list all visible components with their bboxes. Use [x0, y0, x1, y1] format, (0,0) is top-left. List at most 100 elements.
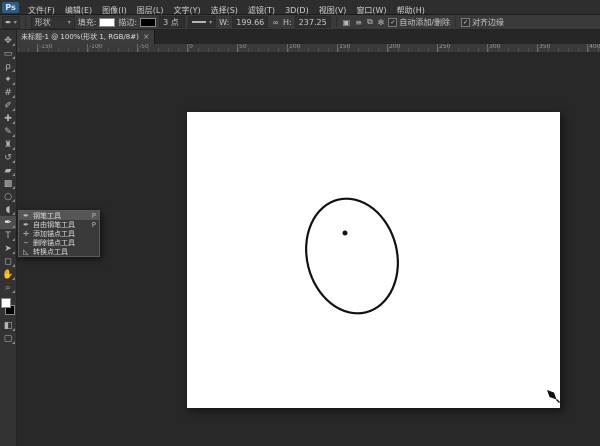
canvas-drawing: [187, 112, 560, 408]
checkbox-box[interactable]: ✓: [388, 18, 397, 27]
quick-selection-tool[interactable]: ✦: [0, 73, 16, 86]
divider: [336, 17, 337, 27]
quick-mask-button[interactable]: ◧: [0, 319, 16, 332]
color-swatches[interactable]: [1, 298, 15, 315]
lasso-tool[interactable]: ρ: [0, 60, 16, 73]
chevron-down-icon: ▾: [68, 19, 71, 26]
canvas[interactable]: [187, 112, 560, 408]
ruler-label: -50: [139, 44, 149, 50]
spot-healing-brush-tool[interactable]: ✚: [0, 112, 16, 125]
ruler-label: 350: [539, 44, 550, 50]
shape-width-field[interactable]: 199.66: [232, 16, 268, 28]
pen-tools-flyout-menu: ✒钢笔工具P✒自由钢笔工具P✛添加锚点工具−删除锚点工具◺转换点工具: [18, 210, 100, 257]
eyedropper-tool[interactable]: ✐: [0, 99, 16, 112]
screen-mode-button[interactable]: ▢: [0, 332, 16, 345]
ruler-label: 0: [189, 44, 193, 50]
stroke-label: 描边:: [118, 17, 137, 28]
eraser-tool[interactable]: ▰: [0, 164, 16, 177]
fill-swatch[interactable]: [99, 18, 115, 27]
ellipse-shape-group: [294, 189, 409, 323]
menubar-item[interactable]: 帮助(H): [392, 6, 430, 15]
anchor-point-dot: [343, 231, 348, 236]
options-bar: ✒ ▾ 形状 ▾ 填充: 描边: 3 点 ▾ W: 199.66 ∞ H: 23…: [0, 15, 600, 30]
menubar-item[interactable]: 滤镜(T): [243, 6, 280, 15]
shape-tool[interactable]: ◻: [0, 255, 16, 268]
menubar-item[interactable]: 视图(V): [314, 6, 352, 15]
dodge-tool[interactable]: ◖: [0, 203, 16, 216]
flyout-item-shortcut: P: [92, 212, 96, 220]
pen-variant-icon: ◺: [22, 248, 30, 256]
menubar-item[interactable]: 选择(S): [206, 6, 243, 15]
ruler-label: 100: [289, 44, 300, 50]
stroke-width-value: 3 点: [163, 17, 179, 28]
ruler-label: 400: [589, 44, 600, 50]
divider: [455, 17, 456, 27]
align-edges-label: 对齐边缘: [472, 17, 504, 28]
zoom-tool[interactable]: ⌕: [0, 281, 16, 294]
tool-bar: ✥▭ρ✦#✐✚✎♜↺▰▩○◖✒T➤◻✋⌕ ◧▢: [0, 30, 17, 446]
chevron-down-icon: ▾: [14, 19, 17, 26]
foreground-color-swatch[interactable]: [1, 298, 11, 308]
rectangular-marquee-tool[interactable]: ▭: [0, 47, 16, 60]
menubar-item[interactable]: 文字(Y): [168, 6, 205, 15]
tool-preset-dropdown[interactable]: ✒ ▾: [2, 16, 20, 29]
pen-variant-icon: ✒: [22, 212, 30, 220]
menubar-item[interactable]: 图层(L): [132, 6, 169, 15]
ruler-label: 150: [339, 44, 350, 50]
stroke-width-field[interactable]: 3 点: [159, 16, 185, 28]
link-dimensions-icon[interactable]: ∞: [271, 18, 280, 27]
shape-width-value: 199.66: [236, 18, 264, 27]
flyout-menu-item[interactable]: ◺转换点工具: [19, 247, 99, 256]
document-workarea: [17, 52, 600, 446]
path-selection-tool[interactable]: ➤: [0, 242, 16, 255]
stroke-swatch[interactable]: [140, 18, 156, 27]
blur-tool[interactable]: ○: [0, 190, 16, 203]
checkbox-box[interactable]: ✓: [461, 18, 470, 27]
close-icon[interactable]: ×: [143, 33, 150, 41]
ruler-label: -150: [39, 44, 53, 50]
menu-bar: Ps 文件(F)编辑(E)图像(I)图层(L)文字(Y)选择(S)滤镜(T)3D…: [0, 0, 600, 15]
menubar-item[interactable]: 编辑(E): [60, 6, 97, 15]
brush-tool[interactable]: ✎: [0, 125, 16, 138]
history-brush-tool[interactable]: ↺: [0, 151, 16, 164]
flyout-item-label: 转换点工具: [33, 247, 93, 257]
hand-tool[interactable]: ✋: [0, 268, 16, 281]
clone-stamp-tool[interactable]: ♜: [0, 138, 16, 151]
pen-tool[interactable]: ✒: [0, 216, 16, 229]
divider: [25, 17, 26, 27]
document-tab[interactable]: 未标题-1 @ 100%(形状 1, RGB/8#) ×: [17, 30, 155, 44]
gradient-tool[interactable]: ▩: [0, 177, 16, 190]
auto-add-delete-checkbox[interactable]: ✓ 自动添加/删除: [388, 17, 450, 28]
menubar-item[interactable]: 文件(F): [23, 6, 60, 15]
tool-mode-value: 形状: [35, 17, 51, 28]
align-edges-checkbox[interactable]: ✓ 对齐边缘: [461, 17, 504, 28]
path-operations-icon[interactable]: ▣: [342, 18, 352, 27]
move-tool[interactable]: ✥: [0, 34, 16, 47]
type-tool[interactable]: T: [0, 229, 16, 242]
path-arrange-icon[interactable]: ⧉: [366, 17, 374, 27]
app-logo[interactable]: Ps: [2, 2, 19, 13]
ruler-label: 300: [489, 44, 500, 50]
ruler-label: 50: [239, 44, 247, 50]
pen-variant-icon: −: [22, 239, 30, 247]
shape-height-field[interactable]: 237.25: [295, 16, 331, 28]
height-label: H:: [283, 18, 292, 27]
stroke-line-preview: [192, 21, 206, 23]
tool-mode-select[interactable]: 形状 ▾: [31, 16, 75, 29]
menubar-item[interactable]: 窗口(W): [351, 6, 391, 15]
crop-tool[interactable]: #: [0, 86, 16, 99]
menubar-item[interactable]: 图像(I): [97, 6, 132, 15]
auto-add-delete-label: 自动添加/删除: [399, 17, 450, 28]
ruler-label: 200: [389, 44, 400, 50]
ellipse-shape: [294, 189, 409, 323]
path-alignment-icon[interactable]: ≡: [354, 18, 363, 27]
ruler-label: -100: [89, 44, 103, 50]
menubar-item[interactable]: 3D(D): [280, 6, 314, 15]
pen-variant-icon: ✒: [22, 221, 30, 229]
stroke-type-select[interactable]: ▾: [188, 16, 216, 28]
photoshop-window: Ps 文件(F)编辑(E)图像(I)图层(L)文字(Y)选择(S)滤镜(T)3D…: [0, 0, 600, 446]
width-label: W:: [219, 18, 229, 27]
pen-variant-icon: ✛: [22, 230, 30, 238]
gear-icon[interactable]: ✻: [377, 18, 386, 27]
pen-tool-icon: ✒: [5, 18, 12, 27]
